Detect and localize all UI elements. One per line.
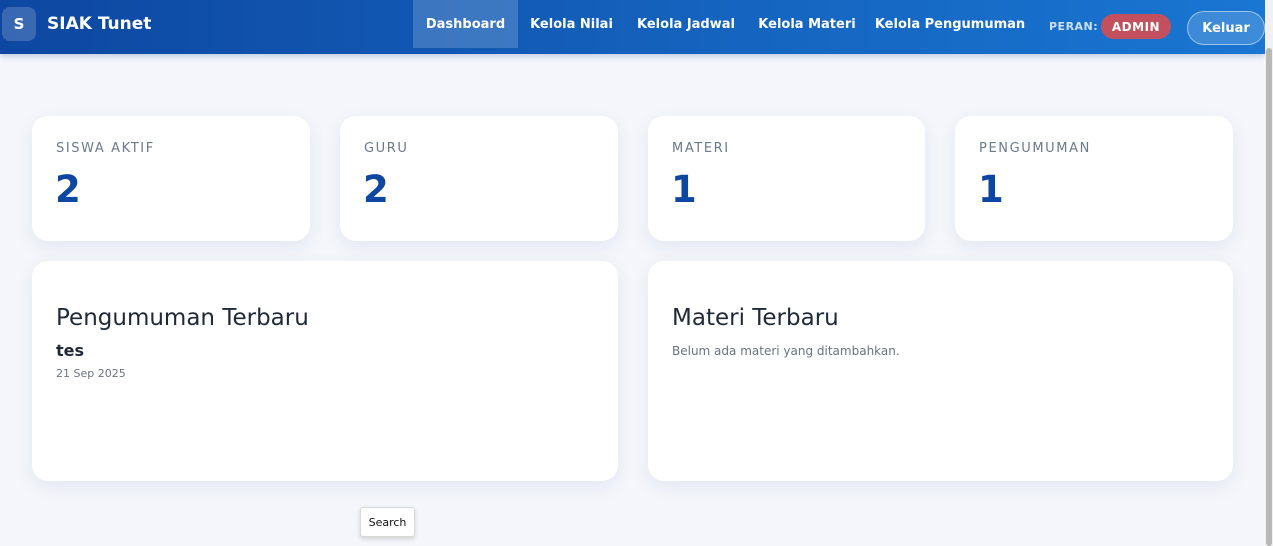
brand-name[interactable]: SIAK Tunet (47, 14, 151, 34)
stat-label: GURU (364, 141, 409, 156)
stat-card-materi: MATERI 1 (648, 116, 925, 241)
nav-kelola-pengumuman[interactable]: Kelola Pengumuman (875, 0, 1025, 48)
stat-value: 2 (363, 168, 389, 211)
vertical-scrollbar[interactable] (1265, 0, 1273, 546)
brand-logo[interactable]: S (2, 7, 36, 41)
latest-materials-panel: Materi Terbaru Belum ada materi yang dit… (648, 261, 1233, 481)
announcement-date: 21 Sep 2025 (56, 367, 126, 380)
stat-card-pengumuman: PENGUMUMAN 1 (955, 116, 1233, 241)
stat-label: PENGUMUMAN (979, 141, 1091, 156)
top-navbar: S SIAK Tunet Dashboard Kelola Nilai Kelo… (0, 0, 1265, 54)
nav-kelola-jadwal[interactable]: Kelola Jadwal (634, 0, 738, 48)
stat-card-siswa-aktif: SISWA AKTIF 2 (32, 116, 310, 241)
stat-value: 1 (978, 168, 1004, 211)
nav-kelola-nilai[interactable]: Kelola Nilai (526, 0, 617, 48)
latest-announcements-panel: Pengumuman Terbaru tes 21 Sep 2025 (32, 261, 618, 481)
nav-dashboard[interactable]: Dashboard (413, 0, 518, 48)
nav-kelola-materi[interactable]: Kelola Materi (756, 0, 858, 48)
stat-label: SISWA AKTIF (56, 141, 155, 156)
role-badge: ADMIN (1101, 14, 1171, 39)
stat-value: 2 (55, 168, 81, 211)
announcement-title[interactable]: tes (56, 341, 84, 360)
stat-value: 1 (671, 168, 697, 211)
panel-title: Materi Terbaru (672, 305, 839, 331)
logout-button[interactable]: Keluar (1187, 11, 1265, 45)
scrollbar-thumb[interactable] (1266, 48, 1272, 546)
empty-state-text: Belum ada materi yang ditambahkan. (672, 344, 900, 358)
panel-title: Pengumuman Terbaru (56, 305, 309, 331)
stat-label: MATERI (672, 141, 730, 156)
stat-card-guru: GURU 2 (340, 116, 618, 241)
search-tooltip: Search (360, 507, 415, 537)
role-label: PERAN: (1049, 20, 1099, 33)
